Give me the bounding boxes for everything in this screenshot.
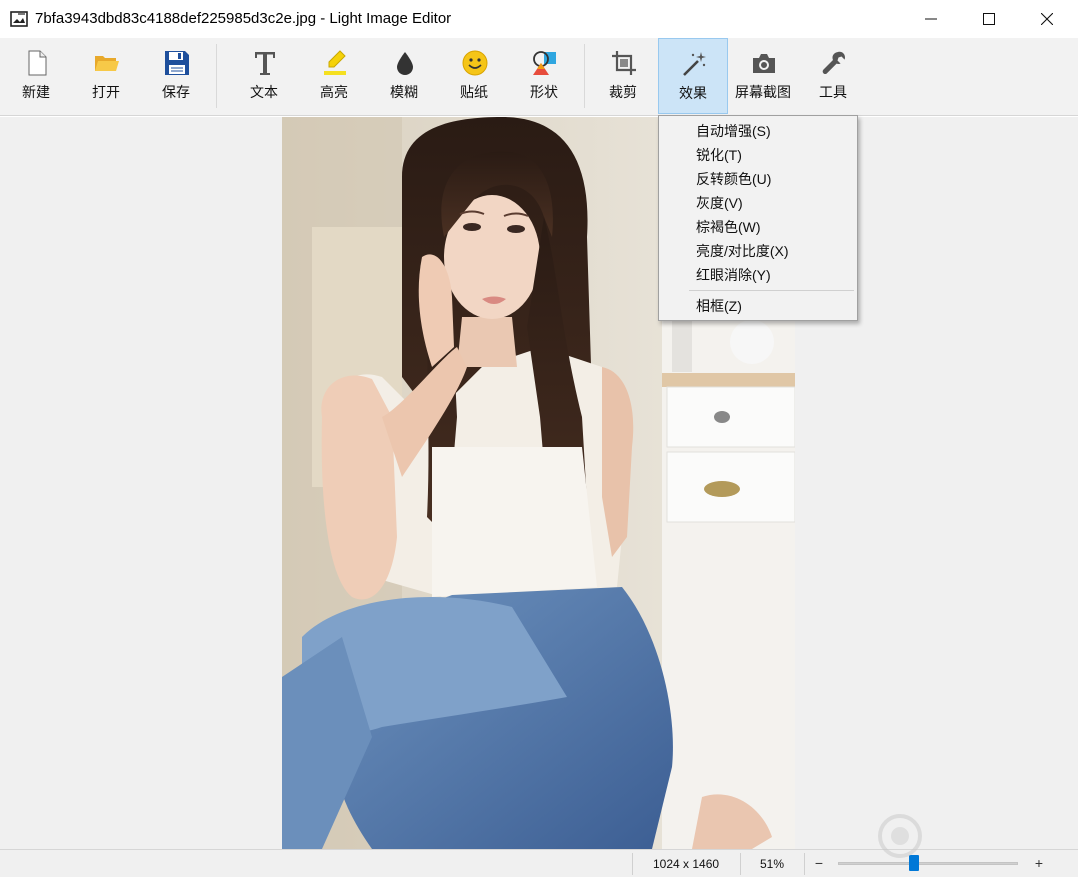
menu-item-red-eye-removal[interactable]: 红眼消除(Y) — [660, 263, 856, 287]
sticker-button[interactable]: 贴纸 — [441, 38, 507, 114]
open-label: 打开 — [92, 84, 120, 100]
toolbar-separator — [584, 44, 585, 108]
status-divider — [804, 853, 805, 875]
wrench-icon — [822, 51, 845, 74]
menu-separator — [689, 290, 854, 291]
drop-icon — [397, 52, 413, 75]
blur-button[interactable]: 模糊 — [371, 38, 437, 114]
effects-label: 效果 — [679, 85, 707, 101]
screenshot-label: 屏幕截图 — [735, 84, 791, 100]
menu-item-auto-enhance[interactable]: 自动增强(S) — [660, 119, 856, 143]
menu-item-label: 棕褐色(W) — [696, 219, 761, 235]
screenshot-button[interactable]: 屏幕截图 — [730, 38, 796, 114]
effects-button[interactable]: 效果 — [658, 38, 728, 114]
menu-item-grayscale[interactable]: 灰度(V) — [660, 191, 856, 215]
zoom-percent: 51% — [760, 857, 785, 871]
new-file-icon — [28, 50, 47, 76]
menu-item-invert-colors[interactable]: 反转颜色(U) — [660, 167, 856, 191]
menu-item-sharpen[interactable]: 锐化(T) — [660, 143, 856, 167]
image-dimensions: 1024 x 1460 — [653, 857, 720, 871]
title-bar: 7bfa3943dbd83c4188def225985d3c2e.jpg - L… — [0, 0, 1078, 38]
zoom-out-button[interactable]: − — [812, 855, 826, 871]
text-t-icon — [255, 52, 275, 75]
folder-open-icon — [95, 56, 119, 71]
menu-item-label: 亮度/对比度(X) — [696, 243, 789, 259]
open-button[interactable]: 打开 — [73, 38, 139, 114]
menu-item-label: 红眼消除(Y) — [696, 267, 771, 283]
menu-item-label: 锐化(T) — [696, 147, 742, 163]
minimize-button[interactable] — [902, 0, 960, 38]
highlight-label: 高亮 — [320, 84, 348, 100]
highlighter-icon — [324, 50, 346, 75]
menu-item-frame[interactable]: 相框(Z) — [660, 294, 856, 318]
shape-button[interactable]: 形状 — [511, 38, 577, 114]
status-divider — [740, 853, 741, 875]
close-icon — [1041, 13, 1053, 25]
crop-label: 裁剪 — [609, 84, 637, 100]
minimize-icon — [925, 18, 937, 20]
close-button[interactable] — [1018, 0, 1076, 38]
menu-item-sepia[interactable]: 棕褐色(W) — [660, 215, 856, 239]
tools-label: 工具 — [819, 84, 847, 100]
tools-button[interactable]: 工具 — [800, 38, 866, 114]
menu-item-label: 反转颜色(U) — [696, 171, 772, 187]
new-label: 新建 — [22, 84, 50, 100]
save-button[interactable]: 保存 — [143, 38, 209, 114]
effects-dropdown-menu: 自动增强(S) 锐化(T) 反转颜色(U) 灰度(V) 棕褐色(W) 亮度/对比… — [658, 115, 858, 321]
menu-item-label: 相框(Z) — [696, 298, 742, 314]
blur-label: 模糊 — [390, 84, 418, 100]
shapes-icon — [533, 51, 556, 75]
shape-label: 形状 — [530, 84, 558, 100]
menu-item-brightness-contrast[interactable]: 亮度/对比度(X) — [660, 239, 856, 263]
app-logo-icon — [10, 11, 28, 27]
smiley-icon — [462, 50, 488, 76]
sticker-label: 贴纸 — [460, 84, 488, 100]
maximize-icon — [983, 13, 995, 25]
magic-wand-icon — [683, 52, 706, 76]
status-divider — [632, 853, 633, 875]
toolbar: 新建 打开 保存 文本 高亮 模糊 贴纸 形状 裁剪 效果 屏幕截图 工具 — [0, 38, 1078, 116]
new-button[interactable]: 新建 — [3, 38, 69, 114]
camera-icon — [753, 54, 775, 73]
text-label: 文本 — [250, 84, 278, 100]
crop-button[interactable]: 裁剪 — [590, 38, 656, 114]
maximize-button[interactable] — [960, 0, 1018, 38]
window-title: 7bfa3943dbd83c4188def225985d3c2e.jpg - L… — [35, 10, 452, 27]
floppy-disk-icon — [165, 51, 189, 75]
save-label: 保存 — [162, 84, 190, 100]
toolbar-separator — [216, 44, 217, 108]
menu-item-label: 自动增强(S) — [696, 123, 771, 139]
image-canvas[interactable] — [0, 117, 1078, 849]
watermark-logo — [878, 814, 922, 858]
menu-item-label: 灰度(V) — [696, 195, 743, 211]
highlight-button[interactable]: 高亮 — [301, 38, 367, 114]
crop-icon — [612, 51, 636, 75]
text-button[interactable]: 文本 — [231, 38, 297, 114]
